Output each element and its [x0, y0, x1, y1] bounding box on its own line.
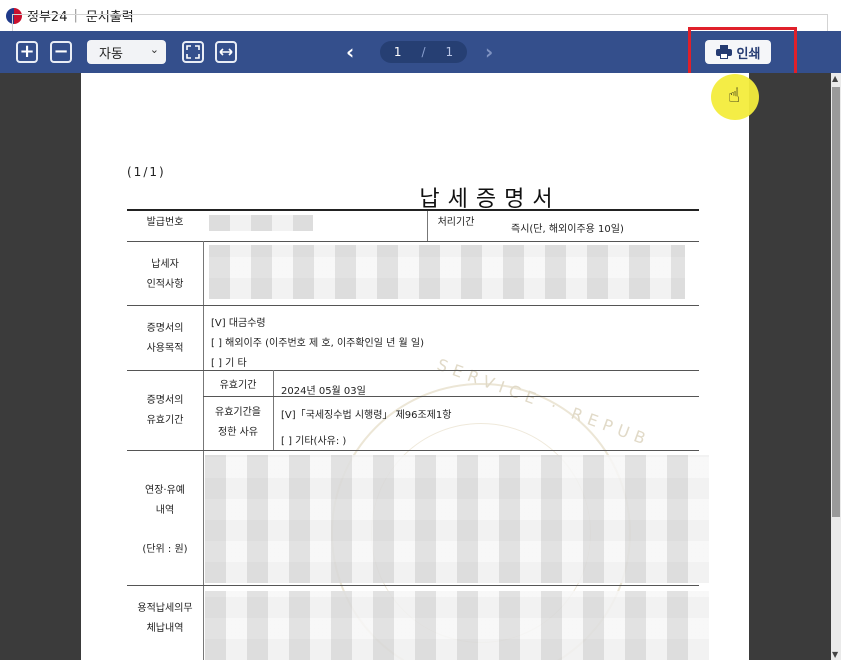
purpose-label: 증명서의 사용목적 — [146, 323, 184, 354]
fit-page-icon — [186, 45, 200, 59]
issue-no-label: 발급번호 — [146, 217, 184, 228]
zoom-select-value: 자동 — [99, 46, 123, 62]
scroll-thumb[interactable] — [832, 87, 840, 517]
current-page[interactable]: 1 — [394, 45, 402, 59]
chevron-down-icon: ⌄ — [149, 43, 159, 56]
redacted-deferral-table — [205, 455, 709, 583]
total-pages: 1 — [445, 45, 454, 59]
validity-period-value: 2024년 05월 03일 — [281, 386, 366, 397]
plus-icon: + — [19, 41, 35, 62]
scroll-up-icon[interactable]: ▲ — [832, 74, 838, 83]
hand-cursor-icon: ☝ — [728, 83, 741, 107]
fit-page-button[interactable] — [182, 41, 204, 63]
validity-reason-label: 유효기간을 정한 사유 — [215, 407, 261, 438]
scroll-down-icon[interactable]: ▼ — [832, 650, 838, 659]
purpose-option-payment: [V] 대금수령 — [211, 318, 266, 329]
page-count: (1/1) — [127, 165, 166, 179]
zoom-out-button[interactable]: − — [50, 41, 72, 63]
purpose-option-other: [ ] 기 타 — [211, 358, 247, 369]
document-page: SERVICE · REPUB (1/1) 납세증명서 발급번호 처리기간 즉시… — [81, 73, 749, 660]
redacted-arrears-table — [205, 591, 709, 660]
processing-label: 처리기간 — [437, 217, 475, 228]
validity-reason-other: [ ] 기타(사유: ) — [281, 436, 347, 447]
fit-width-button[interactable] — [215, 41, 237, 63]
deferral-label: 연장·유예 내역 — [145, 485, 185, 516]
redacted-issue-no — [209, 215, 313, 231]
validity-label: 증명서의 유효기간 — [146, 395, 184, 426]
page-indicator[interactable]: 1 / 1 — [380, 41, 467, 63]
processing-value: 즉시(단, 해외이주용 10일) — [511, 224, 624, 235]
prev-page-button[interactable]: ‹ — [346, 40, 354, 64]
minus-icon: − — [53, 41, 69, 62]
next-page-button[interactable]: › — [485, 40, 493, 64]
vertical-scrollbar[interactable]: ▲ ▼ — [831, 73, 841, 660]
fit-width-icon — [219, 48, 233, 56]
taxpayer-label: 납세자 인적사항 — [146, 259, 184, 290]
form-top-border — [127, 209, 699, 211]
zoom-in-button[interactable]: + — [16, 41, 38, 63]
redacted-taxpayer-info — [209, 245, 685, 299]
validity-period-label: 유효기간 — [219, 380, 257, 391]
validity-reason-law: [V]「국세징수법 시행령」 제96조제1항 — [281, 410, 452, 421]
deferral-unit: (단위 : 원) — [142, 544, 188, 555]
purpose-option-emigration: [ ] 해외이주 (이주번호 제 호, 이주확인일 년 월 일) — [211, 338, 424, 349]
page-separator: / — [421, 45, 426, 59]
arrears-label: 용적납세의무 체납내역 — [137, 603, 193, 634]
zoom-select[interactable]: 자동 ⌄ — [87, 40, 166, 64]
